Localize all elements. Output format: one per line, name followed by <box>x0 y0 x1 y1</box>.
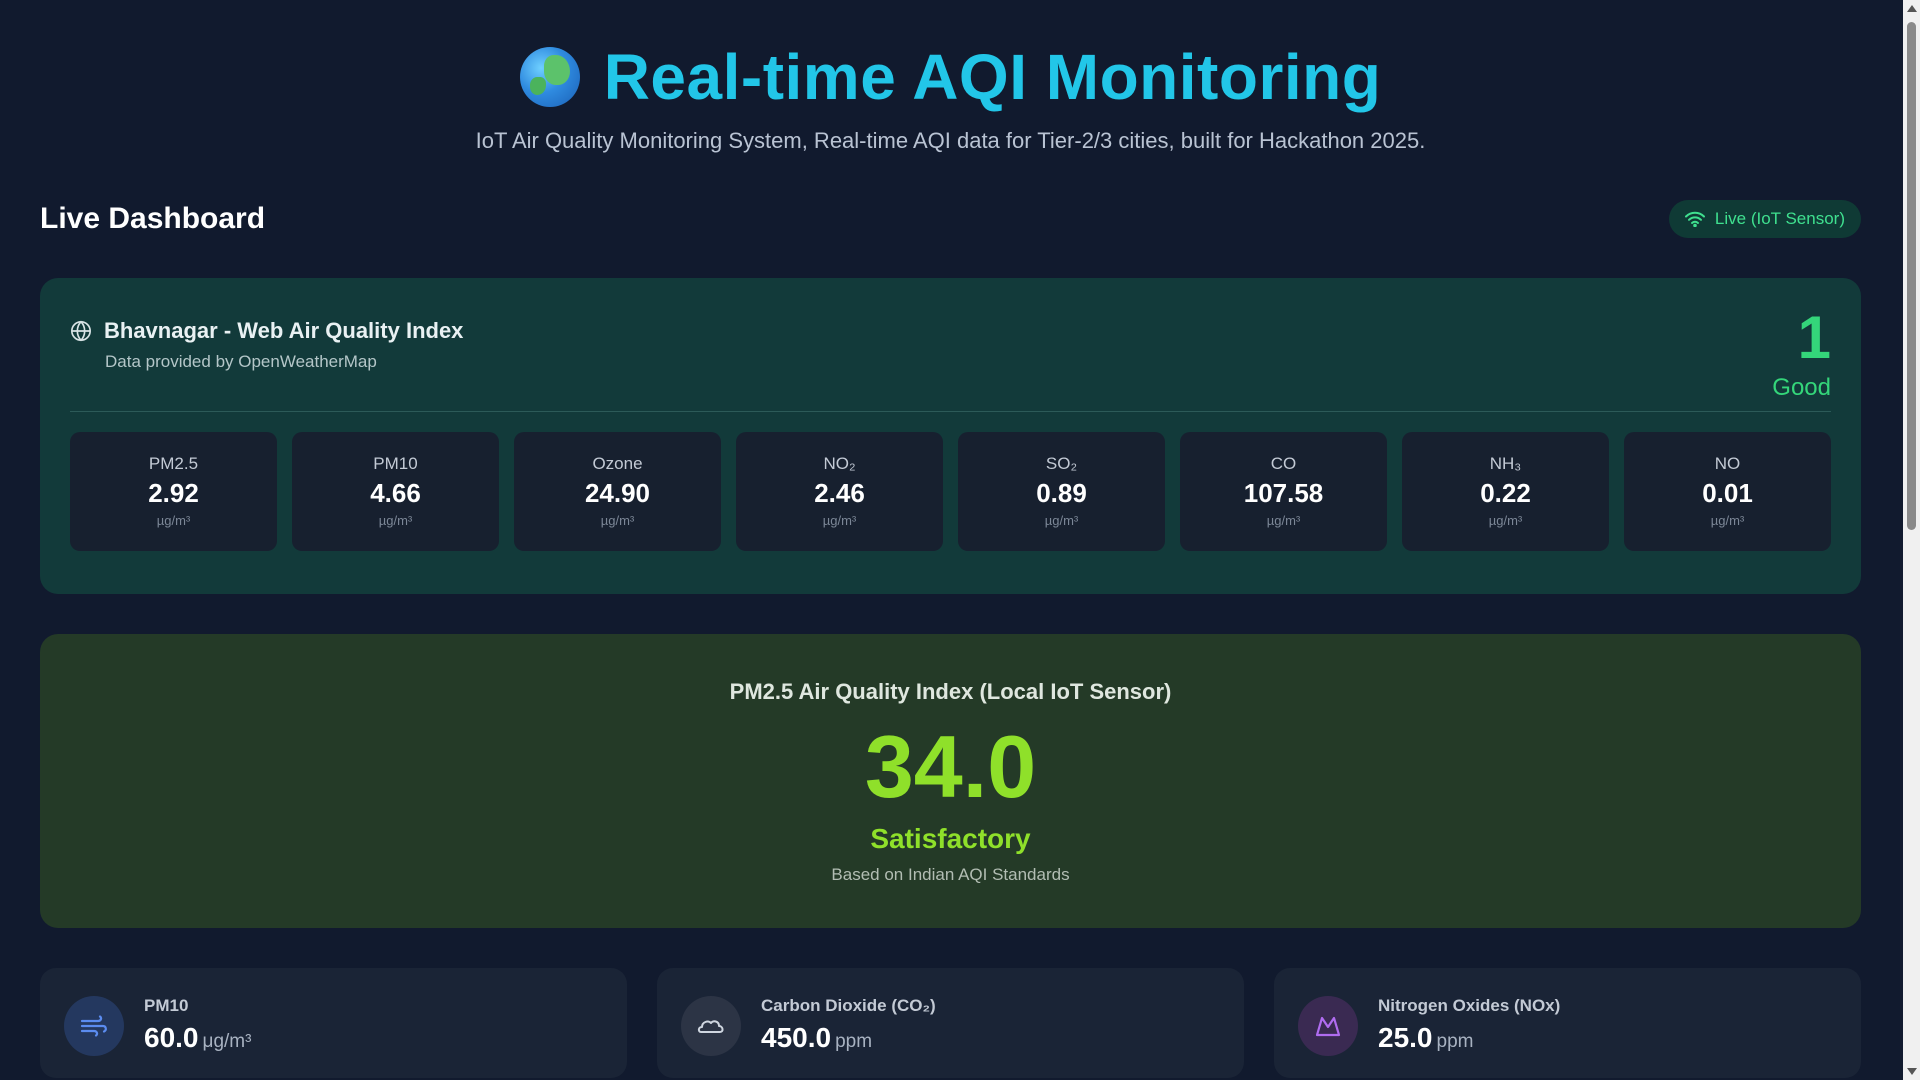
pollutant-unit: µg/m³ <box>1402 513 1609 528</box>
pollutant-name: NO <box>1624 454 1831 474</box>
vertical-scrollbar[interactable] <box>1903 0 1920 1080</box>
pollutant-card-nh3: NH₃ 0.22 µg/m³ <box>1402 432 1609 551</box>
pollutant-value: 2.46 <box>736 478 943 509</box>
iot-aqi-value: 34.0 <box>40 721 1861 813</box>
metric-label: Nitrogen Oxides (NOx) <box>1378 996 1560 1016</box>
scroll-up-icon[interactable] <box>1907 5 1917 12</box>
scroll-down-icon[interactable] <box>1907 1068 1917 1075</box>
web-aqi-card: Bhavnagar - Web Air Quality Index Data p… <box>40 278 1861 594</box>
dashboard-header: Live Dashboard Live (IoT Sensor) <box>40 200 1861 238</box>
metric-value-row: 60.0μg/m³ <box>144 1022 251 1054</box>
pollutant-card-no2: NO₂ 2.46 µg/m³ <box>736 432 943 551</box>
metric-value-row: 25.0ppm <box>1378 1022 1560 1054</box>
dashboard-title: Live Dashboard <box>40 202 265 236</box>
metric-value: 60.0 <box>144 1022 199 1053</box>
live-badge-label: Live (IoT Sensor) <box>1715 209 1845 229</box>
web-aqi-header: Bhavnagar - Web Air Quality Index Data p… <box>70 308 1831 412</box>
pollutant-card-co: CO 107.58 µg/m³ <box>1180 432 1387 551</box>
iot-note: Based on Indian AQI Standards <box>40 865 1861 885</box>
metric-text: Nitrogen Oxides (NOx) 25.0ppm <box>1378 996 1560 1054</box>
metric-unit: μg/m³ <box>203 1031 252 1052</box>
wind-icon <box>64 996 124 1056</box>
metric-text: PM10 60.0μg/m³ <box>144 996 251 1054</box>
metric-card-co2: Carbon Dioxide (CO₂) 450.0ppm <box>657 968 1244 1078</box>
globe-icon <box>520 47 580 107</box>
web-aqi-value: 1 <box>1772 308 1831 368</box>
pollutant-value: 0.22 <box>1402 478 1609 509</box>
pollutant-value: 4.66 <box>292 478 499 509</box>
mountain-icon <box>1298 996 1358 1056</box>
cloud-icon <box>681 996 741 1056</box>
web-aqi-title: Bhavnagar - Web Air Quality Index <box>104 318 463 344</box>
hero-title-row: Real-time AQI Monitoring <box>40 40 1861 114</box>
pollutant-unit: µg/m³ <box>292 513 499 528</box>
pollutant-value: 2.92 <box>70 478 277 509</box>
scroll-thumb[interactable] <box>1907 22 1916 530</box>
metric-cards: PM10 60.0μg/m³ Carbon Dioxide (CO₂) 450.… <box>40 968 1861 1078</box>
pollutant-name: PM2.5 <box>70 454 277 474</box>
metric-unit: ppm <box>835 1031 872 1052</box>
pollutant-card-pm25: PM2.5 2.92 µg/m³ <box>70 432 277 551</box>
pollutant-unit: µg/m³ <box>736 513 943 528</box>
web-aqi-score: 1 Good <box>1772 308 1831 402</box>
pollutant-name: PM10 <box>292 454 499 474</box>
pollutant-unit: µg/m³ <box>1180 513 1387 528</box>
pollutant-card-ozone: Ozone 24.90 µg/m³ <box>514 432 721 551</box>
pollutant-name: NH₃ <box>1402 454 1609 474</box>
local-iot-card: PM2.5 Air Quality Index (Local IoT Senso… <box>40 634 1861 928</box>
metric-card-pm10: PM10 60.0μg/m³ <box>40 968 627 1078</box>
metric-value: 25.0 <box>1378 1022 1433 1053</box>
hero-header: Real-time AQI Monitoring IoT Air Quality… <box>40 0 1861 154</box>
pollutant-value: 24.90 <box>514 478 721 509</box>
web-aqi-source: Data provided by OpenWeatherMap <box>105 352 463 372</box>
web-globe-icon <box>70 320 92 342</box>
pollutant-name: Ozone <box>514 454 721 474</box>
metric-text: Carbon Dioxide (CO₂) 450.0ppm <box>761 996 936 1054</box>
web-aqi-label: Good <box>1772 374 1831 402</box>
pollutant-unit: µg/m³ <box>1624 513 1831 528</box>
metric-card-nox: Nitrogen Oxides (NOx) 25.0ppm <box>1274 968 1861 1078</box>
pollutant-unit: µg/m³ <box>958 513 1165 528</box>
metric-unit: ppm <box>1437 1031 1474 1052</box>
pollutant-card-so2: SO₂ 0.89 µg/m³ <box>958 432 1165 551</box>
page-subtitle: IoT Air Quality Monitoring System, Real-… <box>40 128 1861 154</box>
iot-status: Satisfactory <box>40 823 1861 855</box>
pollutant-name: CO <box>1180 454 1387 474</box>
pollutant-value: 0.01 <box>1624 478 1831 509</box>
live-status-badge: Live (IoT Sensor) <box>1669 200 1861 238</box>
pollutant-name: NO₂ <box>736 454 943 474</box>
web-aqi-title-row: Bhavnagar - Web Air Quality Index <box>70 318 463 344</box>
metric-label: PM10 <box>144 996 251 1016</box>
pollutant-card-no: NO 0.01 µg/m³ <box>1624 432 1831 551</box>
main-content: Real-time AQI Monitoring IoT Air Quality… <box>40 0 1861 1078</box>
pollutant-name: SO₂ <box>958 454 1165 474</box>
page: Real-time AQI Monitoring IoT Air Quality… <box>0 0 1920 1080</box>
pollutant-value: 0.89 <box>958 478 1165 509</box>
page-title: Real-time AQI Monitoring <box>604 40 1382 114</box>
wifi-icon <box>1685 211 1705 227</box>
web-aqi-heading: Bhavnagar - Web Air Quality Index Data p… <box>70 308 463 372</box>
pollutant-unit: µg/m³ <box>70 513 277 528</box>
metric-value-row: 450.0ppm <box>761 1022 936 1054</box>
metric-label: Carbon Dioxide (CO₂) <box>761 996 936 1016</box>
pollutant-grid: PM2.5 2.92 µg/m³ PM10 4.66 µg/m³ Ozone 2… <box>70 432 1831 551</box>
pollutant-card-pm10: PM10 4.66 µg/m³ <box>292 432 499 551</box>
pollutant-value: 107.58 <box>1180 478 1387 509</box>
pollutant-unit: µg/m³ <box>514 513 721 528</box>
iot-title: PM2.5 Air Quality Index (Local IoT Senso… <box>40 679 1861 705</box>
metric-value: 450.0 <box>761 1022 831 1053</box>
